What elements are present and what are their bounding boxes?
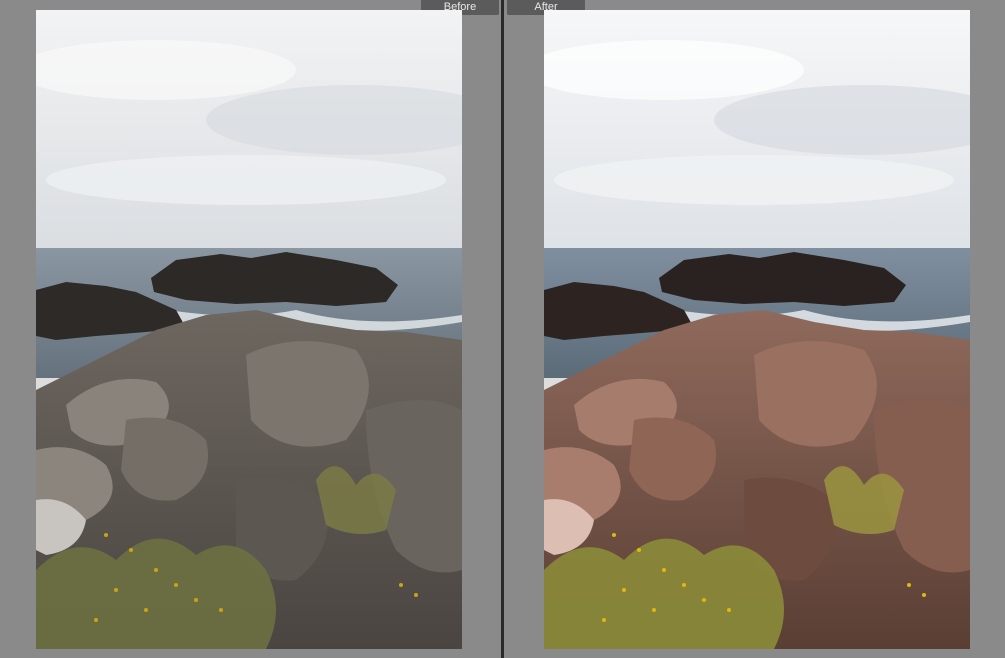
after-photo[interactable] [544,10,970,649]
before-photo[interactable] [36,10,462,649]
coastal-rocks-photo-before [36,10,462,649]
before-pane[interactable]: Before [0,0,502,658]
before-after-workspace: Before After [0,0,1005,658]
coastal-rocks-photo-after [544,10,970,649]
after-pane[interactable]: After [504,0,1005,658]
